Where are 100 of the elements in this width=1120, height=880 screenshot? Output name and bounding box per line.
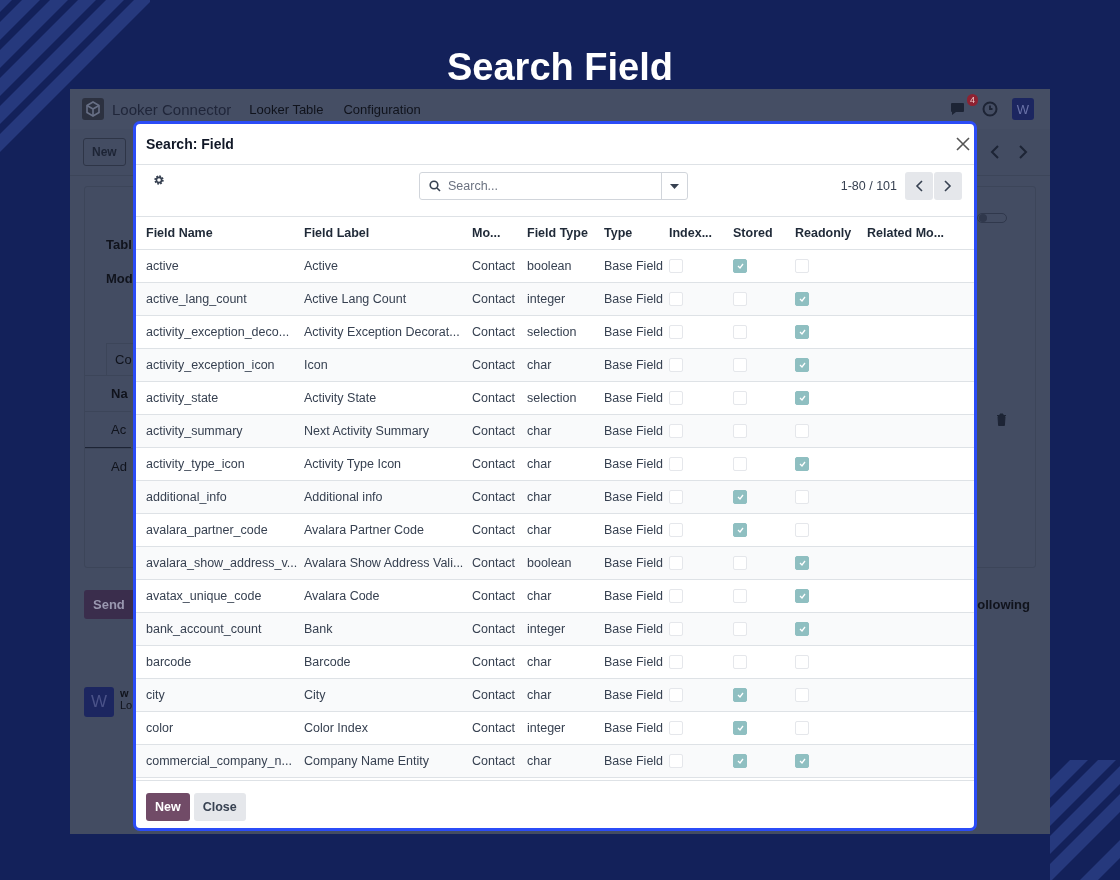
table-row[interactable]: additional_info Additional info Contact char Base Field — [136, 481, 974, 514]
column-header[interactable]: Index... — [659, 226, 723, 240]
cube-logo-icon — [82, 98, 104, 120]
table-cell-text: char — [526, 655, 553, 669]
table-cell-text: char — [526, 688, 553, 702]
table-cell-text: integer — [526, 622, 567, 636]
table-row[interactable]: activity_summary Next Activity Summary Contact char Base Field — [136, 415, 974, 448]
table-cell-text: additional_info — [145, 490, 228, 504]
table-cell-text: Additional info — [303, 490, 384, 504]
table-cell-text: activity_type_icon — [145, 457, 246, 471]
table-row[interactable]: active_lang_count Active Lang Count Contact integer Base Field — [136, 283, 974, 316]
column-header[interactable]: Type — [594, 226, 659, 240]
table-cell-text: selection — [526, 391, 578, 405]
table-cell-text: activity_state — [145, 391, 220, 405]
table-cell-text: Avalara Show Address Vali... — [303, 556, 462, 570]
check-icon — [736, 725, 744, 731]
check-icon — [736, 758, 744, 764]
table-cell-text: Contact — [471, 424, 517, 438]
table-cell-text: selection — [526, 325, 578, 339]
table-cell-text: Avalara Partner Code — [303, 523, 425, 537]
check-icon — [798, 626, 806, 632]
clock-icon[interactable] — [982, 101, 998, 117]
table-row[interactable]: avalara_show_address_v... Avalara Show Address Vali... Contact boolean Base Field — [136, 547, 974, 580]
check-icon — [736, 263, 744, 269]
check-icon — [798, 593, 806, 599]
table-cell-text: Contact — [471, 589, 517, 603]
table-cell-text: Icon — [303, 358, 329, 372]
table-cell-text: char — [526, 358, 553, 372]
close-icon[interactable] — [956, 137, 970, 151]
next-page-button[interactable] — [934, 172, 962, 200]
table-cell-text: Contact — [471, 556, 517, 570]
table-cell-text: char — [526, 589, 553, 603]
table-cell-text: char — [526, 457, 553, 471]
table-cell-text: City — [303, 688, 327, 702]
table-cell-text: activity_exception_icon — [145, 358, 276, 372]
message-author: w — [120, 687, 130, 699]
table-cell-text: boolean — [526, 259, 573, 273]
previous-page-button[interactable] — [905, 172, 933, 200]
caret-icon — [670, 183, 679, 189]
table-row[interactable]: commercial_company_n... Company Name Entity Contact char Base Field — [136, 745, 974, 778]
table-cell-text: avalara_show_address_v... — [145, 556, 294, 570]
column-header[interactable]: Readonly — [785, 226, 857, 240]
settings-icon[interactable] — [153, 174, 165, 186]
check-icon — [798, 329, 806, 335]
chevron-left-icon — [915, 180, 923, 192]
table-cell-text: avatax_unique_code — [145, 589, 263, 603]
table-cell-text: bank_account_count — [145, 622, 263, 636]
chevron-left-icon[interactable] — [990, 145, 1000, 159]
table-cell-text: char — [526, 424, 553, 438]
check-icon — [798, 758, 806, 764]
table-cell-text: Contact — [471, 292, 517, 306]
table-cell-text: integer — [526, 721, 567, 735]
column-header[interactable]: Field Name — [136, 226, 294, 240]
check-icon — [736, 527, 744, 533]
table-cell-text: Activity State — [303, 391, 378, 405]
table-cell-text: Barcode — [303, 655, 352, 669]
table-cell-text: city — [145, 688, 166, 702]
form-label: Tabl — [106, 236, 133, 254]
table-cell-text: Avalara Code — [303, 589, 381, 603]
table-row[interactable]: bank_account_count Bank Contact integer Base Field — [136, 613, 974, 646]
table-cell-text: barcode — [145, 655, 193, 669]
form-label: Mod — [106, 270, 134, 288]
close-button[interactable]: Close — [193, 793, 246, 821]
table-cell-text: Next Activity Summary — [303, 424, 431, 438]
table-cell-text: Bank — [303, 622, 334, 636]
table-cell-text: Contact — [471, 490, 517, 504]
table-cell-text: active — [145, 259, 180, 273]
chevron-right-icon[interactable] — [1018, 145, 1028, 159]
column-header[interactable]: Field Label — [294, 226, 462, 240]
column-header[interactable]: Field Type — [517, 226, 594, 240]
search-field[interactable]: Search... — [419, 172, 688, 200]
table-cell-text: Active Lang Count — [303, 292, 408, 306]
table-cell-text: Contact — [471, 655, 517, 669]
column-header[interactable]: Mo... — [462, 226, 517, 240]
table-cell-text: Contact — [471, 325, 517, 339]
check-icon — [736, 494, 744, 500]
table-cell-text: Activity Type Icon — [303, 457, 403, 471]
table-cell-text: char — [526, 490, 553, 504]
table-row[interactable]: activity_exception_icon Icon Contact char Base Field — [136, 349, 974, 382]
table-cell-text: Contact — [471, 358, 517, 372]
table-cell-text: avalara_partner_code — [145, 523, 269, 537]
column-header[interactable]: Related Mo... — [857, 226, 974, 240]
table-cell-text: commercial_company_n... — [145, 754, 293, 768]
trash-icon[interactable] — [996, 413, 1007, 426]
table-cell-text: Contact — [471, 754, 517, 768]
table-cell-text: Color Index — [303, 721, 369, 735]
table-cell-text: Contact — [471, 259, 517, 273]
check-icon — [798, 461, 806, 467]
table-row[interactable]: city City Contact char Base Field — [136, 679, 974, 712]
page-title: Search Field — [446, 45, 674, 89]
new-button[interactable]: New — [146, 793, 190, 821]
pager-value[interactable]: 1-80 / 101 — [840, 179, 897, 193]
chevron-right-icon — [944, 180, 952, 192]
table-cell-text: Contact — [471, 523, 517, 537]
table-cell-text: Contact — [471, 622, 517, 636]
table-cell-text: Company Name Entity — [303, 754, 431, 768]
check-icon — [736, 692, 744, 698]
column-header[interactable]: Stored — [723, 226, 785, 240]
table-cell-text: char — [526, 523, 553, 537]
table-cell-text: boolean — [526, 556, 573, 570]
